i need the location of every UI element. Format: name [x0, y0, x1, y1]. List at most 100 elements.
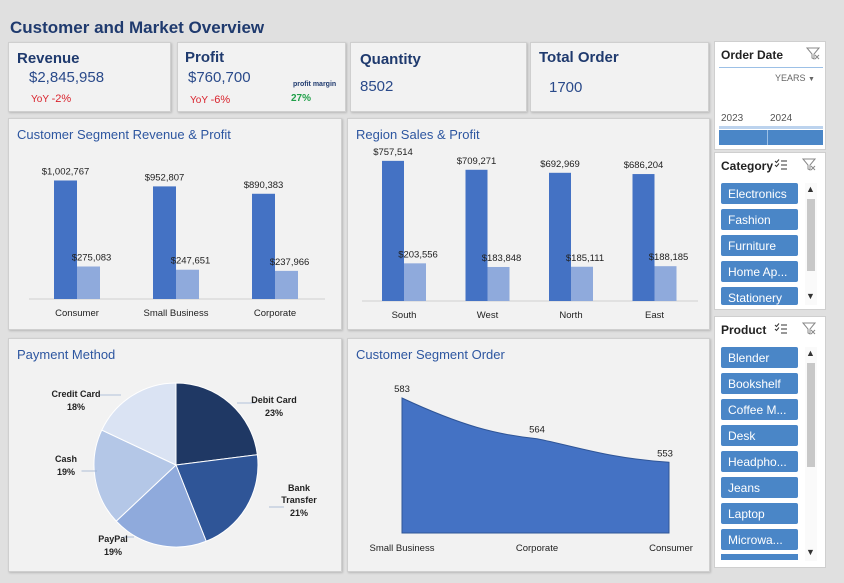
category-item[interactable]: Electronics [721, 183, 798, 204]
timeline-bar[interactable] [719, 130, 823, 145]
scroll-down-icon[interactable]: ▼ [806, 291, 815, 301]
revenue-yoy-label: YoY [31, 94, 49, 105]
slice-value-label: 21% [290, 508, 308, 518]
product-title: Product [721, 323, 767, 337]
data-label: $237,966 [270, 257, 310, 268]
bar [571, 266, 593, 301]
bar [252, 193, 275, 299]
segment-revenue-panel: Customer Segment Revenue & Profit $1,002… [8, 118, 342, 330]
time-level-select[interactable]: YEARS ▼ [775, 73, 815, 83]
scroll-down-icon[interactable]: ▼ [806, 547, 815, 557]
bar [465, 169, 488, 301]
bar [404, 263, 426, 301]
category-item[interactable]: Stationery [721, 287, 798, 305]
product-scrollbar[interactable]: ▲ ▼ [805, 347, 817, 561]
data-label: 564 [529, 425, 545, 436]
profit-yoy-label: YoY [190, 95, 208, 106]
category-scrollbar[interactable]: ▲ ▼ [805, 183, 817, 305]
category-item[interactable]: Fashion [721, 209, 798, 230]
payment-panel: Payment Method Debit Card 23% Bank Transfer… [8, 338, 342, 572]
payment-chart: Debit Card 23% Bank Transfer 21% PayPal 19% Cas… [51, 382, 317, 557]
product-item[interactable]: Bookshelf [721, 373, 798, 394]
product-item[interactable]: Headpho... [721, 451, 798, 472]
bar [487, 266, 510, 301]
scroll-up-icon[interactable]: ▲ [806, 348, 815, 358]
profit-label: Profit [185, 49, 225, 66]
category-slicer: Category Electronics Fashion Furniture H… [714, 152, 826, 310]
orders-value: 1700 [549, 79, 583, 96]
product-item[interactable]: Microwa... [721, 529, 798, 550]
slice-name-label: PayPal [98, 534, 128, 544]
quantity-label: Quantity [360, 51, 421, 68]
order-date-title: Order Date [721, 48, 784, 62]
clear-filter-icon[interactable] [801, 322, 817, 340]
area-series [401, 397, 670, 534]
product-item[interactable]: Laptop [721, 503, 798, 524]
x-tick-label: North [559, 310, 582, 321]
order-date-slicer: Order Date YEARS ▼ 2023 2024 [714, 41, 826, 150]
multi-select-icon[interactable] [774, 322, 788, 340]
data-label: $185,111 [566, 253, 604, 264]
data-label: $692,969 [540, 159, 580, 170]
x-tick-label: Consumer [649, 543, 693, 554]
segment-revenue-chart: $1,002,767 $275,083 Consumer $952,807 $247,6… [29, 166, 325, 319]
product-item[interactable]: Desk [721, 425, 798, 446]
profit-margin-label: profit margin [293, 81, 337, 88]
page-title: Customer and Market Overview [10, 18, 265, 37]
product-item[interactable]: Jeans [721, 477, 798, 498]
product-slicer: Product Blender Bookshelf Coffee M... De… [714, 316, 826, 568]
region-panel: Region Sales & Profit $757,514 $203,556 So… [347, 118, 710, 330]
orders-card: Total Order 1700 [530, 42, 709, 112]
clear-filter-icon[interactable] [805, 47, 821, 65]
data-label: $1,002,767 [42, 166, 90, 177]
profit-card: Profit $760,700 YoY -6% profit margin 27… [177, 42, 346, 112]
region-chart: $757,514 $203,556 South $709,271 $183,848 Wes… [362, 147, 698, 321]
revenue-card: Revenue $2,845,958 YoY -2% [8, 42, 171, 112]
x-tick-label: Consumer [55, 308, 99, 319]
bar [382, 160, 404, 301]
profit-yoy-value: -6% [210, 94, 231, 106]
clear-filter-icon[interactable] [801, 158, 817, 176]
data-label: $275,083 [72, 252, 112, 263]
slice-value-label: 19% [104, 547, 122, 557]
data-label: 553 [657, 448, 673, 459]
segment-order-panel: Customer Segment Order 583 Small Business… [347, 338, 710, 572]
slice-name-label: Debit Card [251, 395, 297, 405]
product-item[interactable]: Coffee M... [721, 399, 798, 420]
bar [654, 266, 677, 301]
revenue-value: $2,845,958 [29, 69, 105, 86]
orders-label: Total Order [539, 49, 619, 66]
data-label: $757,514 [373, 147, 413, 158]
data-label: $686,204 [624, 160, 664, 171]
slice-value-label: 23% [265, 408, 283, 418]
data-label: $203,556 [398, 249, 438, 260]
scroll-thumb[interactable] [807, 199, 815, 271]
slice-name-label: Cash [55, 454, 77, 464]
data-label: $183,848 [482, 253, 522, 264]
slice-name-label: Bank [288, 483, 311, 493]
product-item[interactable]: Blender [721, 347, 798, 368]
data-label: $890,383 [244, 180, 284, 191]
bar [54, 180, 77, 299]
year-2023[interactable]: 2023 [721, 113, 743, 124]
pie-slice [175, 382, 258, 466]
scroll-up-icon[interactable]: ▲ [806, 184, 815, 194]
bar [77, 266, 100, 299]
bar [176, 269, 199, 299]
x-tick-label: West [477, 310, 499, 321]
x-tick-label: East [645, 310, 664, 321]
category-item[interactable]: Home Ap... [721, 261, 798, 282]
x-tick-label: Corporate [516, 543, 558, 554]
category-item[interactable]: Furniture [721, 235, 798, 256]
scroll-thumb[interactable] [807, 363, 815, 467]
multi-select-icon[interactable] [774, 158, 788, 176]
x-tick-label: Small Business [370, 543, 435, 554]
data-label: 583 [394, 384, 410, 395]
data-label: $247,651 [171, 256, 211, 267]
quantity-card: Quantity 8502 [350, 42, 527, 112]
revenue-label: Revenue [17, 50, 80, 67]
bar [632, 174, 655, 301]
slice-value-label: 18% [67, 402, 85, 412]
profit-margin-value: 27% [291, 93, 312, 104]
year-2024[interactable]: 2024 [770, 113, 792, 124]
